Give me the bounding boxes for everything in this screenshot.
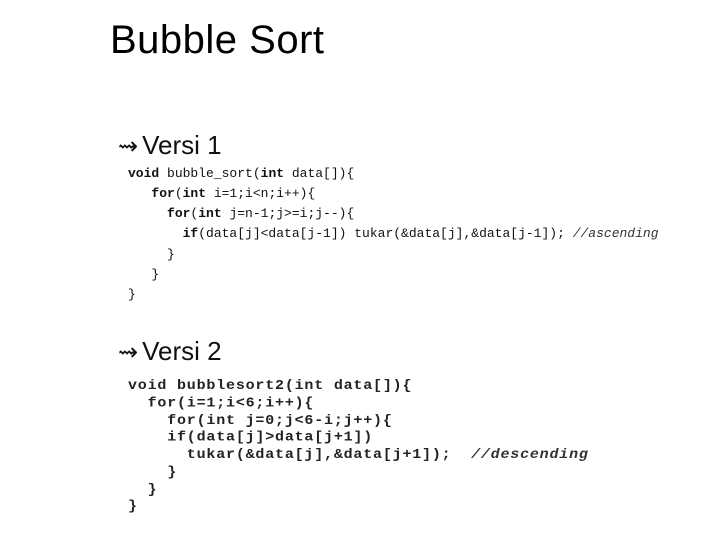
code-line: } <box>128 499 138 515</box>
code-line: } <box>128 464 177 480</box>
code-comment: //descending <box>471 447 589 463</box>
code-line: for(i=1;i<6;i++){ <box>128 395 314 411</box>
bullet-icon: ⇝ <box>118 132 138 161</box>
slide: Bubble Sort ⇝Versi 1 void bubble_sort(in… <box>0 0 720 540</box>
kw-void: void <box>128 166 159 181</box>
code-block-v1: void bubble_sort(int data[]){ for(int i=… <box>128 164 688 305</box>
bullet-icon: ⇝ <box>118 338 138 367</box>
code-text: ( <box>175 186 183 201</box>
code-line: void bubblesort2(int data[]){ <box>128 378 412 394</box>
code-text: } <box>128 287 136 302</box>
code-text: bubble_sort( <box>159 166 260 181</box>
code-text: (data[j]<data[j-1]) tukar(&data[j],&data… <box>198 226 572 241</box>
code-text: i=1;i<n;i++){ <box>206 186 315 201</box>
kw-for: for <box>151 186 174 201</box>
heading-text: Versi 2 <box>142 336 222 366</box>
kw-int: int <box>183 186 206 201</box>
code-line: if(data[j]>data[j+1]) <box>128 430 373 446</box>
section-heading-versi-1: ⇝Versi 1 <box>118 130 222 161</box>
code-block-v2: void bubblesort2(int data[]){ for(i=1;i<… <box>128 378 598 528</box>
heading-text: Versi 1 <box>142 130 222 160</box>
code-text: } <box>167 247 175 262</box>
kw-int: int <box>261 166 284 181</box>
kw-for: for <box>167 206 190 221</box>
section-heading-versi-2: ⇝Versi 2 <box>118 336 222 367</box>
page-title: Bubble Sort <box>110 18 325 63</box>
code-line: } <box>128 482 157 498</box>
code-text: } <box>151 267 159 282</box>
code-line: for(int j=0;j<6-i;j++){ <box>128 413 393 429</box>
code-line: tukar(&data[j],&data[j+1]); <box>128 447 471 463</box>
code-text: j=n-1;j>=i;j--){ <box>222 206 355 221</box>
code-comment: //ascending <box>573 226 659 241</box>
kw-int: int <box>198 206 221 221</box>
kw-if: if <box>183 226 199 241</box>
code-pre: void bubblesort2(int data[]){ for(i=1;i<… <box>128 378 598 516</box>
code-text: data[]){ <box>284 166 354 181</box>
